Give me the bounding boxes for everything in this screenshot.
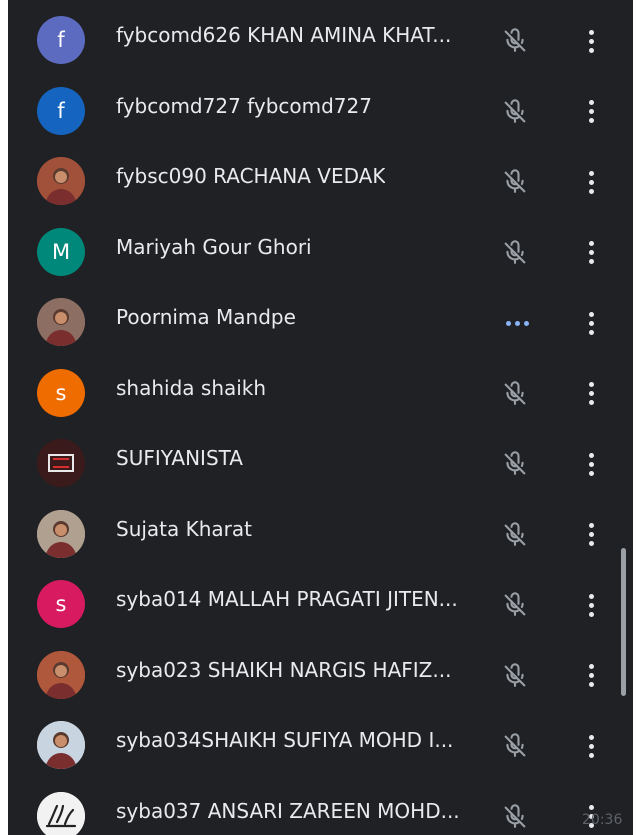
participant-row[interactable]: Poornima Mandpe	[8, 287, 633, 357]
participant-name: Poornima Mandpe	[116, 305, 296, 329]
profile-photo-icon	[37, 157, 85, 205]
participant-name: SUFIYANISTA	[116, 446, 243, 470]
profile-photo-icon	[37, 650, 85, 699]
calligraphy-photo-icon	[37, 791, 85, 835]
participant-name: Sujata Kharat	[116, 516, 253, 541]
participant-name: syba034SHAIKH SUFIYA MOHD I...	[116, 728, 454, 752]
participant-name: fybcomd626 KHAN AMINA KHAT...	[116, 23, 452, 47]
participant-row[interactable]: syba037 ANSARI ZAREEN MOHD...	[8, 781, 633, 835]
participant-avatar	[37, 157, 85, 205]
profile-photo-icon	[37, 509, 85, 558]
mic-off-icon	[501, 662, 529, 690]
participant-avatar	[37, 509, 85, 558]
participant-name: syba037 ANSARI ZAREEN MOHD...	[116, 798, 460, 823]
participant-name: Mariyah Gour Ghori	[116, 234, 312, 259]
mic-off-icon	[501, 168, 529, 196]
more-options-icon[interactable]	[579, 660, 603, 692]
participant-avatar	[37, 298, 85, 346]
mic-off-icon	[501, 380, 529, 408]
logo-photo-icon	[37, 439, 85, 487]
mic-off-icon	[501, 27, 529, 55]
more-options-icon[interactable]	[579, 589, 603, 621]
scrollbar[interactable]	[621, 548, 626, 696]
participant-avatar: M	[37, 227, 85, 276]
participant-row[interactable]: syba034SHAIKH SUFIYA MOHD I...	[8, 710, 633, 780]
participant-row[interactable]: Sujata Kharat	[8, 499, 633, 569]
mic-off-icon	[501, 521, 529, 549]
participant-row[interactable]: M Mariyah Gour Ghori	[8, 217, 633, 287]
speaking-indicator-icon	[503, 311, 531, 335]
profile-photo-icon	[37, 721, 85, 769]
avatar-initial: f	[57, 28, 65, 52]
mic-off-icon	[501, 732, 529, 760]
mic-off-icon	[501, 591, 529, 619]
participant-row[interactable]: syba023 SHAIKH NARGIS HAFIZ...	[8, 640, 633, 710]
mic-off-icon	[501, 803, 529, 831]
more-options-icon[interactable]	[579, 307, 603, 339]
participant-row[interactable]: f fybcomd727 fybcomd727	[8, 76, 633, 146]
participant-name: shahida shaikh	[116, 375, 267, 400]
participant-row[interactable]: s shahida shaikh	[8, 358, 633, 428]
participant-avatar	[37, 791, 85, 835]
profile-photo-icon	[37, 298, 85, 346]
participant-name: fybsc090 RACHANA VEDAK	[116, 164, 386, 188]
participant-avatar	[37, 439, 85, 487]
participant-name: syba023 SHAIKH NARGIS HAFIZ...	[116, 657, 452, 682]
mic-off-icon	[501, 450, 529, 478]
participant-avatar: f	[37, 16, 85, 64]
participant-row[interactable]: SUFIYANISTA	[8, 428, 633, 498]
more-options-icon[interactable]	[579, 237, 603, 269]
avatar-initial: s	[55, 592, 67, 616]
more-options-icon[interactable]	[579, 730, 603, 762]
participant-avatar: f	[37, 86, 85, 135]
participant-avatar: s	[37, 580, 85, 628]
mic-off-icon	[501, 98, 529, 126]
more-options-icon[interactable]	[579, 448, 603, 480]
participant-avatar	[37, 650, 85, 699]
participant-row[interactable]: fybsc090 RACHANA VEDAK	[8, 146, 633, 216]
participant-avatar	[37, 721, 85, 769]
avatar-initial: M	[51, 239, 71, 264]
participant-name: syba014 MALLAH PRAGATI JITEN...	[116, 587, 458, 611]
participant-row[interactable]: f fybcomd626 KHAN AMINA KHAT...	[8, 5, 633, 75]
more-options-icon[interactable]	[579, 25, 603, 57]
participant-avatar: s	[37, 368, 85, 417]
more-options-icon[interactable]	[579, 378, 603, 410]
participant-name: fybcomd727 fybcomd727	[116, 93, 372, 118]
more-options-icon[interactable]	[579, 96, 603, 128]
clock-time: 20:36	[582, 812, 623, 828]
mic-off-icon	[501, 239, 529, 267]
avatar-initial: s	[55, 380, 67, 405]
more-options-icon[interactable]	[579, 519, 603, 551]
more-options-icon[interactable]	[579, 166, 603, 198]
participants-panel: f fybcomd626 KHAN AMINA KHAT... f fybcomd72…	[8, 0, 633, 835]
avatar-initial: f	[57, 98, 65, 123]
participant-row[interactable]: s syba014 MALLAH PRAGATI JITEN...	[8, 569, 633, 639]
